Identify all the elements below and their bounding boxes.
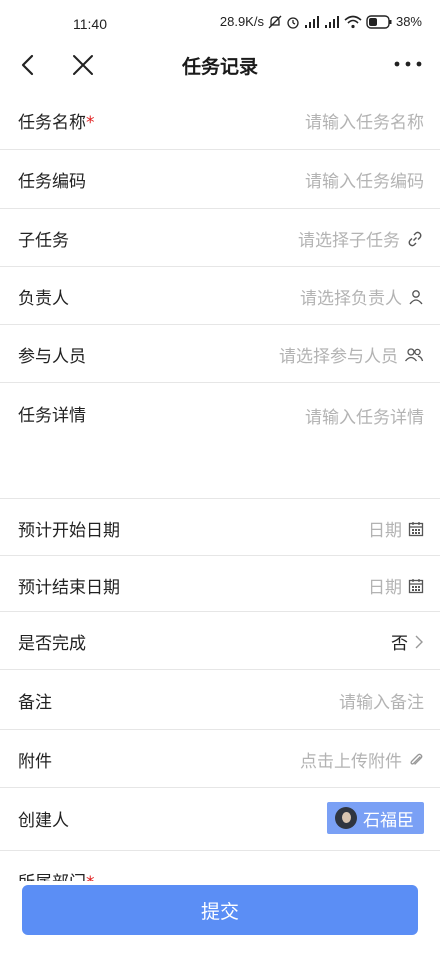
attachment-row[interactable]: 附件 点击上传附件 xyxy=(0,730,440,788)
task-name-label: 任务名称* xyxy=(18,113,95,133)
end-date-label: 预计结束日期 xyxy=(18,578,120,598)
owner-placeholder: 请选择负责人 xyxy=(300,289,402,309)
details-row[interactable]: 任务详情 请输入任务详情 xyxy=(0,383,440,499)
remarks-input[interactable]: 请输入备注 xyxy=(339,688,424,713)
link-icon xyxy=(406,230,424,248)
start-date-picker[interactable]: 日期 xyxy=(368,516,424,541)
user-icon xyxy=(408,289,424,305)
more-dots-icon[interactable] xyxy=(392,52,424,76)
task-name-row[interactable]: 任务名称* 请输入任务名称 xyxy=(0,92,440,150)
sub-task-select[interactable]: 请选择子任务 xyxy=(298,226,424,251)
start-date-placeholder: 日期 xyxy=(368,521,402,541)
signal-icon xyxy=(324,15,340,29)
net-speed: 28.9K/s xyxy=(219,14,264,29)
calendar-icon xyxy=(408,521,424,537)
owner-row[interactable]: 负责人 请选择负责人 xyxy=(0,267,440,325)
submit-button[interactable]: 提交 xyxy=(22,885,418,935)
owner-select[interactable]: 请选择负责人 xyxy=(300,284,424,309)
creator-chip: 石福臣 xyxy=(327,802,424,834)
wifi-icon xyxy=(344,15,362,29)
creator-name: 石福臣 xyxy=(363,810,414,831)
task-code-input[interactable]: 请输入任务编码 xyxy=(305,167,424,192)
creator-value: 石福臣 xyxy=(327,802,424,834)
completed-select[interactable]: 否 xyxy=(391,629,424,654)
task-code-label: 任务编码 xyxy=(18,172,86,192)
alarm-icon xyxy=(286,15,300,29)
status-bar: 11:40 28.9K/s 38% xyxy=(0,0,440,48)
status-time: 11:40 xyxy=(73,16,107,32)
task-name-input[interactable]: 请输入任务名称 xyxy=(305,108,424,133)
completed-value: 否 xyxy=(391,634,408,654)
status-icons: 28.9K/s 38% xyxy=(220,14,422,29)
end-date-picker[interactable]: 日期 xyxy=(368,573,424,598)
signal-hd-icon xyxy=(304,15,320,29)
participants-row[interactable]: 参与人员 请选择参与人员 xyxy=(0,325,440,383)
page-title: 任务记录 xyxy=(181,56,258,78)
attachment-placeholder: 点击上传附件 xyxy=(300,752,402,772)
task-code-row[interactable]: 任务编码 请输入任务编码 xyxy=(0,150,440,209)
remarks-label: 备注 xyxy=(18,693,52,713)
submit-bar: 提交 xyxy=(0,881,440,953)
completed-row[interactable]: 是否完成 否 xyxy=(0,612,440,670)
details-label: 任务详情 xyxy=(18,406,86,426)
owner-label: 负责人 xyxy=(18,289,69,309)
end-date-row[interactable]: 预计结束日期 日期 xyxy=(0,556,440,612)
mute-icon xyxy=(268,15,282,29)
calendar-icon xyxy=(408,578,424,594)
participants-placeholder: 请选择参与人员 xyxy=(279,347,398,367)
end-date-placeholder: 日期 xyxy=(368,578,402,598)
participants-select[interactable]: 请选择参与人员 xyxy=(279,342,424,367)
sub-task-placeholder: 请选择子任务 xyxy=(298,231,400,251)
avatar xyxy=(335,807,357,829)
battery-level: 38% xyxy=(395,14,422,29)
chevron-right-icon xyxy=(414,634,424,650)
participants-label: 参与人员 xyxy=(18,347,86,367)
attachment-upload[interactable]: 点击上传附件 xyxy=(300,747,424,772)
task-form: 任务名称* 请输入任务名称 任务编码 请输入任务编码 子任务 请选择子任务 负责… xyxy=(0,92,440,911)
completed-label: 是否完成 xyxy=(18,634,86,654)
users-icon xyxy=(404,347,424,363)
remarks-row[interactable]: 备注 请输入备注 xyxy=(0,670,440,730)
sub-task-row[interactable]: 子任务 请选择子任务 xyxy=(0,209,440,267)
nav-bar: 任务记录 xyxy=(0,44,440,84)
details-textarea[interactable]: 请输入任务详情 xyxy=(305,403,424,428)
sub-task-label: 子任务 xyxy=(18,231,69,251)
paperclip-icon xyxy=(408,752,424,768)
start-date-label: 预计开始日期 xyxy=(18,521,120,541)
creator-label: 创建人 xyxy=(18,811,69,831)
start-date-row[interactable]: 预计开始日期 日期 xyxy=(0,499,440,556)
battery-icon xyxy=(366,14,392,29)
attachment-label: 附件 xyxy=(18,752,52,772)
creator-row: 创建人 石福臣 xyxy=(0,788,440,851)
